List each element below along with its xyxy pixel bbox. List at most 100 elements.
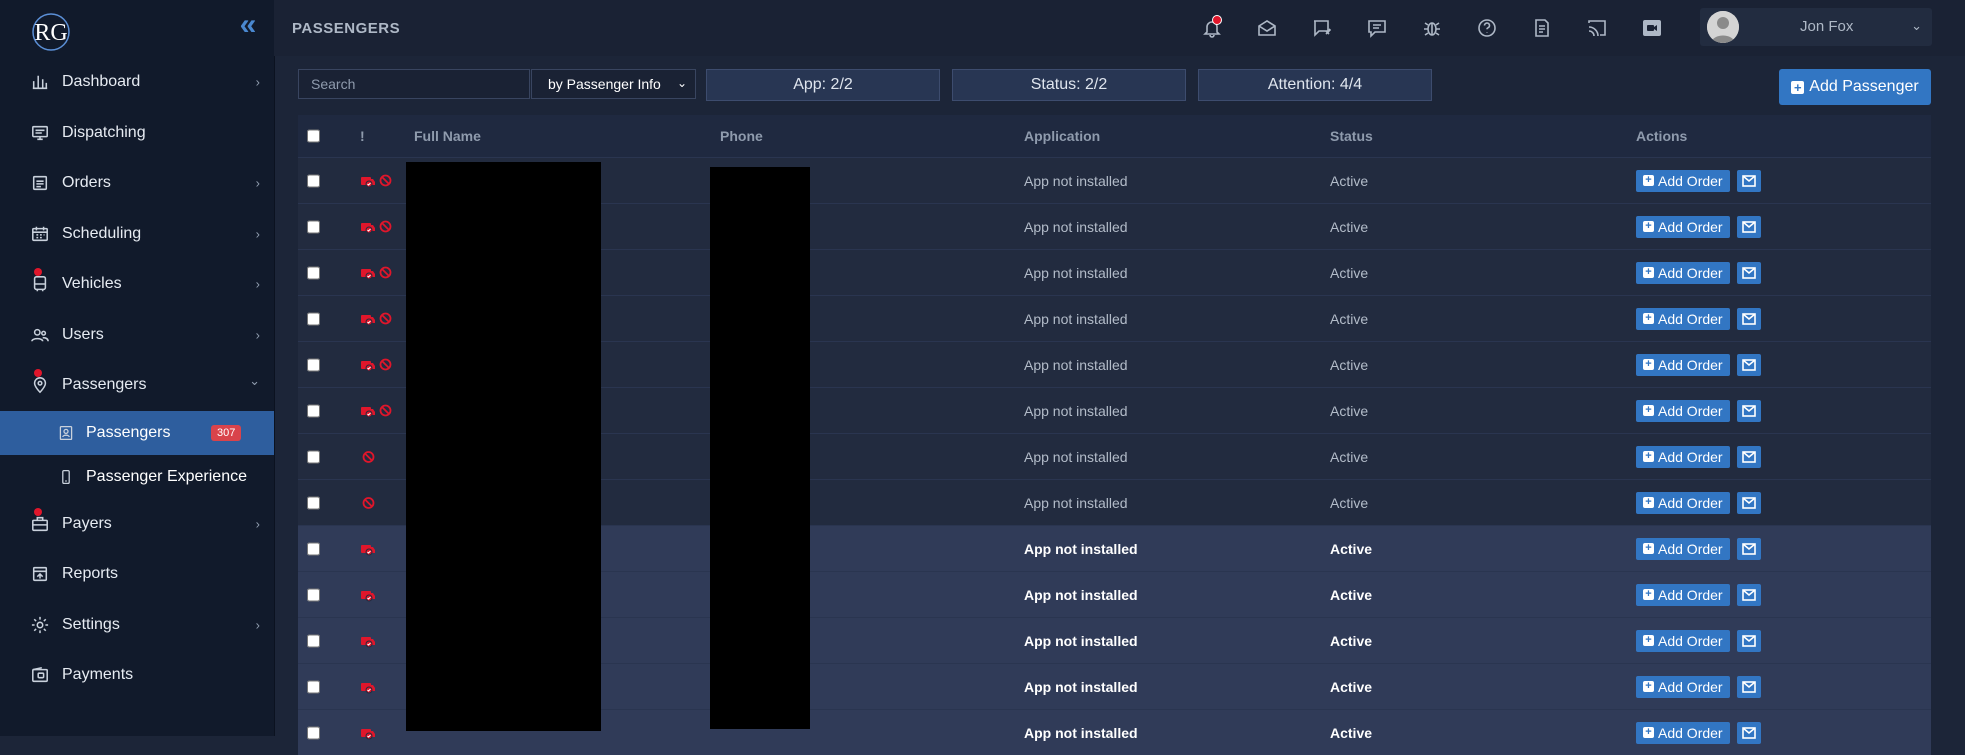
add-order-button[interactable]: + Add Order [1636,537,1730,560]
send-message-button[interactable] [1736,399,1761,422]
send-message-button[interactable] [1736,675,1761,698]
add-order-label: Add Order [1658,494,1723,511]
send-message-button[interactable] [1736,445,1761,468]
envelope-open-icon[interactable] [1253,14,1281,42]
add-order-label: Add Order [1658,586,1723,603]
search-by-select[interactable]: by Passenger Info ⌄ [531,69,696,99]
collapse-sidebar-icon[interactable]: « [233,10,263,40]
envelope-icon [1741,726,1756,739]
add-order-button[interactable]: + Add Order [1636,353,1730,376]
app-filter[interactable]: App: 2/2 [706,69,940,101]
send-message-button[interactable] [1736,583,1761,606]
envelope-icon [1741,450,1756,463]
add-order-button[interactable]: + Add Order [1636,491,1730,514]
row-checkbox[interactable] [307,220,320,233]
sidebar-item-settings[interactable]: Settings › [0,600,274,651]
send-message-button[interactable] [1736,629,1761,652]
sidebar-item-passengers[interactable]: Passengers ⌄ [0,360,274,411]
plus-square-icon: + [1643,451,1654,462]
rg-logo[interactable]: RG [22,12,80,52]
sidebar-item-label: Dispatching [62,123,146,141]
sidebar-item-dashboard[interactable]: Dashboard › [0,57,274,108]
envelope-icon [1741,496,1756,509]
add-passenger-button[interactable]: + Add Passenger [1779,69,1931,105]
vehicle-alert-icon [360,312,376,326]
send-message-button[interactable] [1736,169,1761,192]
add-order-button[interactable]: + Add Order [1636,399,1730,422]
row-checkbox[interactable] [307,266,320,279]
sidebar-item-orders[interactable]: Orders › [0,158,274,209]
add-order-button[interactable]: + Add Order [1636,215,1730,238]
row-checkbox[interactable] [307,450,320,463]
send-message-button[interactable] [1736,261,1761,284]
vehicle-alert-icon [360,266,376,280]
sidebar-item-users[interactable]: Users › [0,310,274,361]
plus-square-icon: + [1643,405,1654,416]
sidebar-item-reports[interactable]: Reports [0,549,274,600]
status-filter[interactable]: Status: 2/2 [952,69,1186,101]
add-order-button[interactable]: + Add Order [1636,261,1730,284]
document-icon[interactable] [1528,14,1556,42]
send-message-button[interactable] [1736,215,1761,238]
add-order-label: Add Order [1658,724,1723,741]
row-actions: + Add Order [1636,399,1761,422]
row-checkbox[interactable] [307,542,320,555]
envelope-icon [1741,174,1756,187]
add-order-button[interactable]: + Add Order [1636,445,1730,468]
add-order-button[interactable]: + Add Order [1636,629,1730,652]
sidebar-item-label: Passengers [62,376,147,394]
sidebar-item-dispatching[interactable]: Dispatching [0,108,274,159]
send-message-button[interactable] [1736,537,1761,560]
row-checkbox[interactable] [307,588,320,601]
row-checkbox[interactable] [307,634,320,647]
blocked-icon [362,450,375,463]
attention-flags [360,450,375,463]
sidebar-subitem-passengers[interactable]: Passengers 307 [0,410,274,455]
sidebar-item-payments[interactable]: Payments [0,650,274,701]
row-checkbox[interactable] [307,726,320,739]
message-edit-icon[interactable] [1308,14,1336,42]
col-status[interactable]: Status [1330,128,1373,144]
envelope-icon [1741,634,1756,647]
send-message-button[interactable] [1736,307,1761,330]
add-order-button[interactable]: + Add Order [1636,583,1730,606]
chat-icon[interactable] [1363,14,1391,42]
status-cell: Active [1330,494,1369,511]
add-order-button[interactable]: + Add Order [1636,721,1730,744]
video-icon[interactable] [1638,14,1666,42]
cast-icon[interactable] [1583,14,1611,42]
bell-icon[interactable] [1198,14,1226,42]
row-checkbox[interactable] [307,496,320,509]
send-message-button[interactable] [1736,721,1761,744]
sidebar-subitem-passenger-experience[interactable]: Passenger Experience [0,455,274,499]
bug-icon[interactable] [1418,14,1446,42]
attention-flags [360,220,392,234]
col-application[interactable]: Application [1024,128,1100,144]
send-message-button[interactable] [1736,491,1761,514]
svg-text:RG: RG [34,20,67,46]
row-checkbox[interactable] [307,312,320,325]
row-checkbox[interactable] [307,358,320,371]
redacted-phone-column [710,167,810,729]
user-menu[interactable]: Jon Fox ⌄ [1700,8,1932,46]
row-checkbox[interactable] [307,680,320,693]
col-full-name[interactable]: Full Name [414,128,481,144]
search-input[interactable] [298,69,530,99]
col-phone[interactable]: Phone [720,128,763,144]
add-order-button[interactable]: + Add Order [1636,307,1730,330]
attention-filter[interactable]: Attention: 4/4 [1198,69,1432,101]
sidebar-item-label: Payments [62,666,134,684]
row-checkbox[interactable] [307,404,320,417]
redacted-name-column [406,162,601,731]
help-icon[interactable] [1473,14,1501,42]
sidebar-item-vehicles[interactable]: Vehicles › [0,259,274,310]
sidebar-item-scheduling[interactable]: Scheduling › [0,209,274,260]
add-order-button[interactable]: + Add Order [1636,169,1730,192]
blocked-icon [379,266,392,279]
add-order-button[interactable]: + Add Order [1636,675,1730,698]
select-all-checkbox[interactable] [307,129,320,143]
row-checkbox[interactable] [307,174,320,187]
sidebar-nav: Dashboard › Dispatching Orders › Scheduling › V… [0,57,274,701]
sidebar-item-payers[interactable]: Payers › [0,499,274,550]
send-message-button[interactable] [1736,353,1761,376]
